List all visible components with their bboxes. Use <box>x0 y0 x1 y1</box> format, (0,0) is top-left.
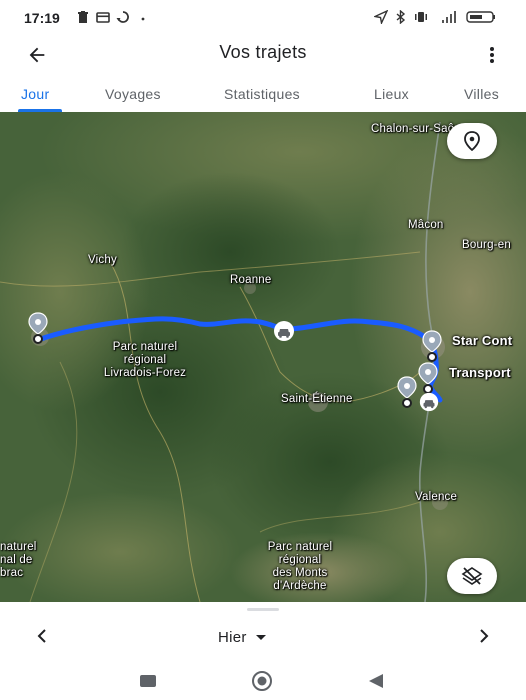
sync-icon <box>116 11 129 23</box>
previous-day-button[interactable] <box>30 624 54 648</box>
more-options-button[interactable] <box>482 40 502 70</box>
trip-route <box>35 316 443 403</box>
dot-icon <box>141 17 145 21</box>
signal-icon <box>442 11 456 23</box>
recents-square-icon <box>140 675 156 687</box>
status-time: 17:19 <box>24 10 60 26</box>
status-bar: 17:19 <box>0 0 526 36</box>
battery-icon <box>466 11 495 23</box>
tab-voyages[interactable]: Voyages <box>105 86 161 102</box>
vibrate-icon <box>415 12 427 22</box>
map-label-roanne: Roanne <box>230 274 272 286</box>
car-transit-marker[interactable] <box>272 319 296 343</box>
recents-button[interactable] <box>136 670 160 692</box>
trash-icon <box>78 11 88 23</box>
map-label-transport[interactable]: Transport <box>449 366 511 379</box>
map-label-valence: Valence <box>415 491 458 503</box>
chevron-left-icon <box>37 629 46 643</box>
map-label-parc-ardeche: Parc naturel régional des Monts d'Ardèch… <box>267 541 333 592</box>
location-arrow-icon <box>374 10 388 24</box>
date-label: Hier <box>218 628 247 646</box>
sheet-drag-handle[interactable] <box>247 608 279 611</box>
system-nav-bar <box>0 662 526 700</box>
card-icon <box>96 12 110 23</box>
home-button[interactable] <box>250 670 274 692</box>
next-day-button[interactable] <box>472 624 496 648</box>
bluetooth-icon <box>396 10 406 24</box>
map-label-vichy: Vichy <box>88 254 117 266</box>
status-left-icons <box>76 10 150 24</box>
tab-bar: Jour Voyages Statistiques Lieux Villes <box>0 78 526 112</box>
map-label-bourg: Bourg-en <box>462 239 511 251</box>
place-pin-icon <box>464 131 480 151</box>
tab-villes[interactable]: Villes <box>464 86 499 102</box>
layers-off-icon <box>461 567 483 585</box>
more-vert-icon <box>490 47 494 63</box>
app-bar: Vos trajets <box>0 36 526 72</box>
map-view[interactable]: Chalon-sur-Saône Mâcon Bourg-en Vichy Ro… <box>0 112 526 602</box>
place-pin-button[interactable] <box>447 123 497 159</box>
page-title: Vos trajets <box>219 42 307 62</box>
date-selector[interactable]: Hier <box>218 626 267 648</box>
chevron-right-icon <box>480 629 489 643</box>
location-marker-start[interactable] <box>27 312 49 346</box>
car-marker-end[interactable] <box>418 391 440 413</box>
location-marker-saint-etienne[interactable] <box>396 376 418 410</box>
arrow-drop-down-icon <box>255 635 266 640</box>
location-marker-star-cont[interactable] <box>421 330 443 364</box>
tab-statistiques[interactable]: Statistiques <box>224 86 300 102</box>
map-label-saint-etienne: Saint-Étienne <box>281 393 353 405</box>
map-label-macon: Mâcon <box>408 219 444 231</box>
system-back-button[interactable] <box>364 670 388 692</box>
map-label-parc-aubrac: naturel nal de brac <box>0 541 37 579</box>
tab-jour[interactable]: Jour <box>21 86 49 102</box>
tab-lieux[interactable]: Lieux <box>374 86 409 102</box>
home-circle-icon <box>252 671 272 691</box>
status-right-icons <box>374 10 496 24</box>
back-triangle-icon <box>369 674 383 688</box>
layers-toggle-button[interactable] <box>447 558 497 594</box>
map-label-star-cont[interactable]: Star Cont <box>452 334 512 347</box>
map-label-parc-livradois: Parc naturel régional Livradois-Forez <box>103 341 187 379</box>
